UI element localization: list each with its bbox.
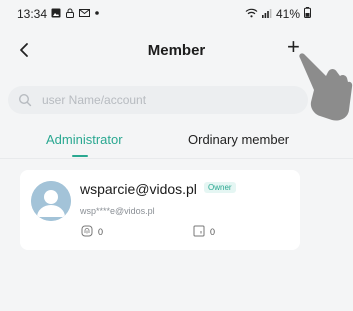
search-bar[interactable] xyxy=(8,86,308,114)
signal-icon xyxy=(261,7,272,21)
card-count: 0 xyxy=(210,227,216,237)
user-avatar-icon xyxy=(31,181,71,221)
search-icon xyxy=(18,93,32,112)
battery-icon xyxy=(304,7,311,21)
pointing-hand-icon xyxy=(296,50,353,130)
status-time: 13:34 xyxy=(17,7,48,21)
owner-badge: Owner xyxy=(204,182,236,193)
fingerprint-icon xyxy=(81,224,93,242)
member-name: wsparcie@vidos.pl xyxy=(80,181,197,197)
tab-ordinary-member[interactable]: Ordinary member xyxy=(188,132,289,147)
dot-icon xyxy=(94,7,100,21)
avatar xyxy=(31,181,71,221)
wifi-icon xyxy=(245,7,258,21)
status-bar-right: 41% xyxy=(245,7,311,21)
status-bar: 13:34 41% xyxy=(0,0,353,30)
card-icon xyxy=(193,224,205,242)
member-card[interactable]: wsparcie@vidos.pl Owner wsp****e@vidos.p… xyxy=(20,170,300,250)
battery-percent: 41% xyxy=(275,7,300,21)
search-input[interactable] xyxy=(40,92,284,108)
active-tab-indicator xyxy=(72,155,88,157)
fingerprint-count: 0 xyxy=(98,227,104,237)
member-account: wsp****e@vidos.pl xyxy=(80,206,155,216)
status-bar-left: 13:34 xyxy=(17,7,100,21)
image-icon xyxy=(51,7,61,21)
lock-icon xyxy=(65,7,75,21)
mail-icon xyxy=(79,7,91,21)
tab-administrator[interactable]: Administrator xyxy=(46,132,123,147)
